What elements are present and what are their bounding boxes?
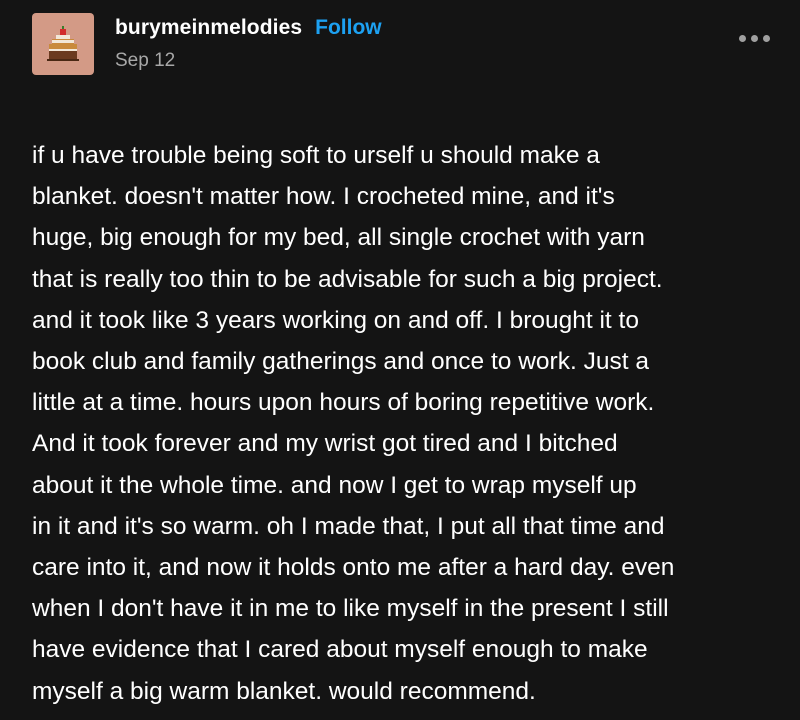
post-body: if u have trouble being soft to urself u… bbox=[32, 142, 675, 705]
name-row: burymeinmelodies Follow bbox=[115, 16, 382, 46]
ellipsis-icon bbox=[763, 35, 770, 42]
avatar[interactable] bbox=[32, 13, 94, 75]
username-link[interactable]: burymeinmelodies bbox=[115, 16, 302, 40]
ellipsis-icon bbox=[751, 35, 758, 42]
post-card: burymeinmelodies Follow Sep 12 if u have… bbox=[0, 0, 800, 720]
ellipsis-icon bbox=[739, 35, 746, 42]
more-options-button[interactable] bbox=[739, 35, 770, 42]
post-meta: burymeinmelodies Follow Sep 12 bbox=[115, 16, 382, 72]
follow-button[interactable]: Follow bbox=[315, 16, 382, 40]
post-date: Sep 12 bbox=[115, 50, 176, 71]
cake-icon bbox=[47, 26, 79, 61]
post-header: burymeinmelodies Follow Sep 12 bbox=[32, 13, 382, 75]
